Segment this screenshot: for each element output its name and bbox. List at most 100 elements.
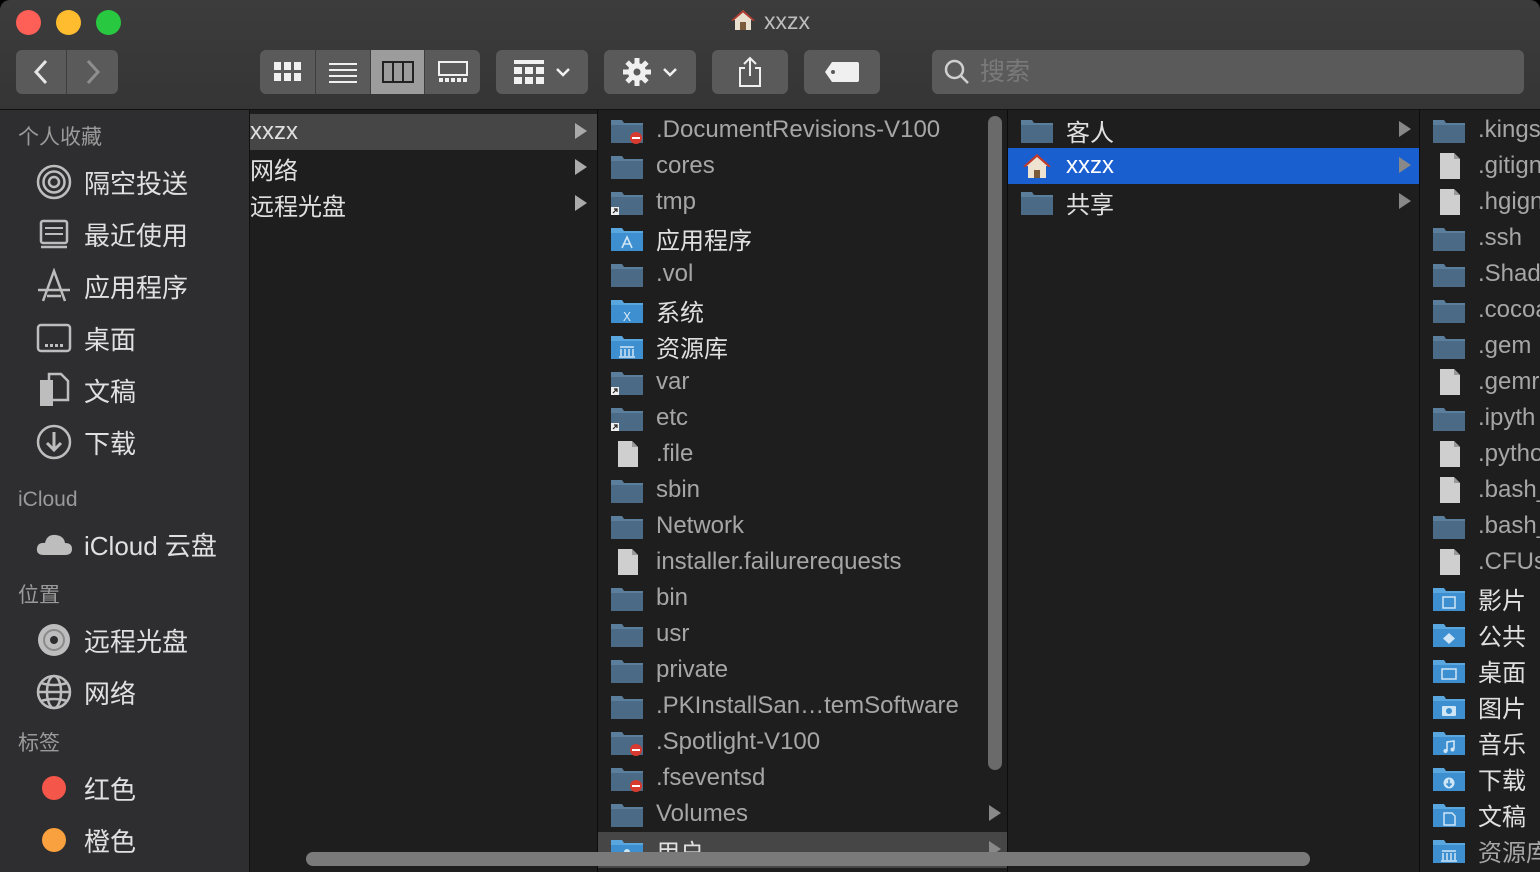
folder-desktop-icon	[1432, 656, 1466, 684]
column-item[interactable]: .ssh	[1420, 220, 1540, 256]
sidebar-item-icloud-drive[interactable]: iCloud 云盘	[0, 518, 249, 570]
disclosure-arrow-icon	[575, 195, 587, 211]
columns-icon	[381, 61, 414, 83]
sidebar-item-applications[interactable]: 应用程序	[0, 260, 249, 312]
column-item-label: 远程光盘	[250, 193, 346, 221]
column-item[interactable]: .bash_	[1420, 472, 1540, 508]
sidebar-item-documents[interactable]: 文稿	[0, 364, 249, 416]
share-button[interactable]	[712, 50, 788, 94]
sidebar-item-label: 远程光盘	[84, 626, 189, 657]
folder-downloads-icon	[1432, 764, 1466, 792]
column-item[interactable]: installer.failurerequests	[598, 544, 1007, 580]
column-item[interactable]: 公共	[1420, 616, 1540, 652]
column-item[interactable]: .gem	[1420, 328, 1540, 364]
column-item[interactable]: cores	[598, 148, 1007, 184]
sidebar-item-tag-red[interactable]: 红色	[0, 762, 249, 814]
sidebar-item-desktop[interactable]: 桌面	[0, 312, 249, 364]
forward-button[interactable]	[67, 50, 118, 94]
column-item[interactable]: 下载	[1420, 760, 1540, 796]
column-item[interactable]: .vol	[598, 256, 1007, 292]
search-field[interactable]	[932, 50, 1524, 94]
column-item[interactable]: .hgign	[1420, 184, 1540, 220]
column-item[interactable]: .file	[598, 436, 1007, 472]
column-item-label: .DocumentRevisions-V100	[656, 116, 941, 143]
folder-icon	[1432, 296, 1466, 324]
column-item[interactable]: tmp	[598, 184, 1007, 220]
disclosure-arrow-icon	[1399, 121, 1411, 137]
disc-icon	[34, 620, 74, 660]
column-item[interactable]: Network	[598, 508, 1007, 544]
column-item[interactable]: .PKInstallSan…temSoftware	[598, 688, 1007, 724]
folder-icon	[610, 152, 644, 180]
column-item[interactable]: X 系统	[598, 292, 1007, 328]
column-view-button[interactable]	[371, 50, 425, 94]
folder-alias-icon	[610, 404, 644, 432]
column-item[interactable]: .bash_	[1420, 508, 1540, 544]
list-view-button[interactable]	[316, 50, 371, 94]
group-button[interactable]	[496, 50, 588, 94]
column-item[interactable]: .gitign	[1420, 148, 1540, 184]
column-item-label: 客人	[1066, 119, 1114, 147]
column-item[interactable]: .ipyth	[1420, 400, 1540, 436]
column-item[interactable]: .fseventsd	[598, 760, 1007, 796]
column-item-label: .kings	[1478, 116, 1540, 143]
horizontal-scrollbar[interactable]	[306, 852, 1310, 866]
column-item-label: private	[656, 656, 729, 683]
column-item[interactable]: .pytho	[1420, 436, 1540, 472]
window-title-text: xxzx	[764, 8, 810, 34]
column-item[interactable]: .gemr	[1420, 364, 1540, 400]
sidebar-item-network[interactable]: 网络	[0, 666, 249, 718]
sidebar-item-remote-disc[interactable]: 远程光盘	[0, 614, 249, 666]
column-item[interactable]: 远程光盘	[250, 186, 597, 222]
column-item[interactable]: var	[598, 364, 1007, 400]
column-item[interactable]: 资源库	[1420, 832, 1540, 868]
column-item-label: usr	[656, 620, 690, 647]
vertical-scrollbar[interactable]	[988, 116, 1002, 770]
column-item-label: .bash_	[1478, 512, 1540, 539]
column-item[interactable]: .Shad	[1420, 256, 1540, 292]
column-item[interactable]: Volumes	[598, 796, 1007, 832]
column-item[interactable]: etc	[598, 400, 1007, 436]
sidebar-item-recents[interactable]: 最近使用	[0, 208, 249, 260]
gallery-view-button[interactable]	[425, 50, 480, 94]
back-button[interactable]	[16, 50, 67, 94]
column-item[interactable]: 应用程序	[598, 220, 1007, 256]
icon-grid-icon	[273, 62, 301, 81]
file-icon	[1432, 548, 1466, 576]
column-item[interactable]: 资源库	[598, 328, 1007, 364]
column-item[interactable]: xxzx	[250, 114, 597, 150]
column-item[interactable]: 网络	[250, 150, 597, 186]
tag-button[interactable]	[804, 50, 880, 94]
column-item[interactable]: 文稿	[1420, 796, 1540, 832]
column-item-label: Volumes	[656, 800, 749, 827]
column-item[interactable]: .Spotlight-V100	[598, 724, 1007, 760]
icon-view-button[interactable]	[260, 50, 316, 94]
column-item[interactable]: private	[598, 652, 1007, 688]
sidebar-item-airdrop[interactable]: 隔空投送	[0, 156, 249, 208]
column-item[interactable]: usr	[598, 616, 1007, 652]
sidebar-item-label: iCloud 云盘	[84, 530, 217, 561]
column-item[interactable]: .cocoa	[1420, 292, 1540, 328]
folder-system-icon: X	[610, 296, 644, 324]
column-item[interactable]: 图片	[1420, 688, 1540, 724]
column-item[interactable]: xxzx	[1008, 148, 1419, 184]
column-item[interactable]: .DocumentRevisions-V100	[598, 112, 1007, 148]
disclosure-arrow-icon	[1399, 157, 1411, 173]
column-item[interactable]: .CFUs	[1420, 544, 1540, 580]
column-item[interactable]: 客人	[1008, 112, 1419, 148]
column-item[interactable]: 桌面	[1420, 652, 1540, 688]
sidebar-item-tag-orange[interactable]: 橙色	[0, 814, 249, 866]
column-item[interactable]: .kings	[1420, 112, 1540, 148]
column-item[interactable]: 共享	[1008, 184, 1419, 220]
column-item[interactable]: bin	[598, 580, 1007, 616]
sidebar-item-downloads[interactable]: 下载	[0, 416, 249, 468]
documents-icon	[34, 370, 74, 410]
search-input[interactable]	[980, 57, 1500, 87]
folder-restricted-icon	[610, 764, 644, 792]
desktop-icon	[34, 318, 74, 358]
column-item[interactable]: 音乐	[1420, 724, 1540, 760]
column-item[interactable]: 影片	[1420, 580, 1540, 616]
action-button[interactable]	[604, 50, 696, 94]
column-item[interactable]: sbin	[598, 472, 1007, 508]
column-item-label: 文稿	[1478, 803, 1526, 831]
